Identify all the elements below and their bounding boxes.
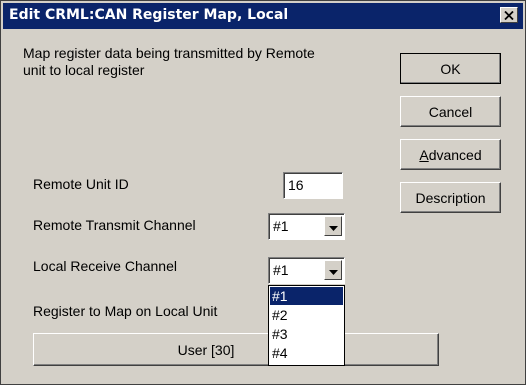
description-text-line2: unit to local register bbox=[23, 62, 145, 78]
dropdown-option-4[interactable]: #4 bbox=[270, 344, 343, 362]
chevron-down-icon bbox=[328, 218, 338, 234]
register-user-button[interactable]: User [30] bbox=[33, 333, 439, 366]
advanced-button-label: Advanced bbox=[419, 147, 481, 163]
local-receive-channel-value: #1 bbox=[273, 262, 289, 278]
remote-unit-id-label: Remote Unit ID bbox=[33, 176, 129, 192]
description-button-label: Description bbox=[415, 189, 486, 206]
ok-button-label: OK bbox=[440, 60, 461, 77]
advanced-label-rest: dvanced bbox=[428, 146, 482, 163]
description-button[interactable]: Description bbox=[400, 182, 501, 213]
register-user-button-label: User [30] bbox=[177, 341, 235, 358]
cancel-button[interactable]: Cancel bbox=[400, 96, 501, 127]
remote-unit-id-field[interactable]: 16 bbox=[283, 172, 343, 199]
window-title: Edit CRML:CAN Register Map, Local bbox=[9, 7, 289, 23]
ok-button[interactable]: OK bbox=[400, 53, 501, 84]
advanced-button[interactable]: Advanced bbox=[400, 139, 501, 170]
register-to-map-label: Register to Map on Local Unit bbox=[33, 303, 218, 319]
dropdown-option-3[interactable]: #3 bbox=[270, 325, 343, 343]
title-bar[interactable]: Edit CRML:CAN Register Map, Local bbox=[3, 3, 523, 29]
close-icon bbox=[504, 7, 514, 23]
dropdown-option-1[interactable]: #1 bbox=[270, 287, 343, 305]
dialog-window: Edit CRML:CAN Register Map, Local Map re… bbox=[0, 0, 526, 385]
close-button[interactable] bbox=[500, 7, 518, 23]
remote-transmit-channel-select[interactable]: #1 bbox=[268, 213, 345, 240]
remote-transmit-channel-label: Remote Transmit Channel bbox=[33, 217, 196, 233]
advanced-accelerator: A bbox=[419, 146, 429, 163]
local-receive-channel-label: Local Receive Channel bbox=[33, 258, 177, 274]
local-receive-channel-select[interactable]: #1 bbox=[268, 257, 345, 284]
chevron-down-icon bbox=[328, 262, 338, 278]
remote-unit-id-value: 16 bbox=[288, 177, 304, 193]
local-receive-dropdown-button[interactable] bbox=[324, 260, 342, 280]
remote-transmit-dropdown-button[interactable] bbox=[324, 216, 342, 236]
cancel-button-label: Cancel bbox=[428, 103, 473, 120]
dropdown-option-2[interactable]: #2 bbox=[270, 306, 343, 324]
channel-dropdown-list: #1 #2 #3 #4 bbox=[268, 285, 345, 366]
remote-transmit-channel-value: #1 bbox=[273, 218, 289, 234]
description-text-line1: Map register data being transmitted by R… bbox=[23, 45, 315, 61]
